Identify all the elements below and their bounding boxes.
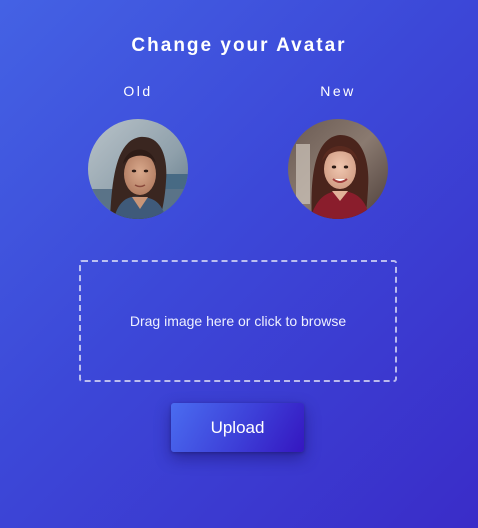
image-dropzone[interactable]: Drag image here or click to browse	[79, 260, 397, 382]
page-title: Change your Avatar	[131, 35, 347, 56]
new-avatar-label: New	[320, 83, 356, 99]
dropzone-instruction: Drag image here or click to browse	[129, 313, 347, 329]
avatar-change-panel: Change your Avatar Old New Drag image he…	[0, 0, 478, 528]
old-avatar-label: Old	[123, 83, 153, 99]
new-avatar-image	[288, 119, 388, 219]
old-avatar-image	[88, 119, 188, 219]
upload-button[interactable]: Upload	[171, 403, 304, 452]
